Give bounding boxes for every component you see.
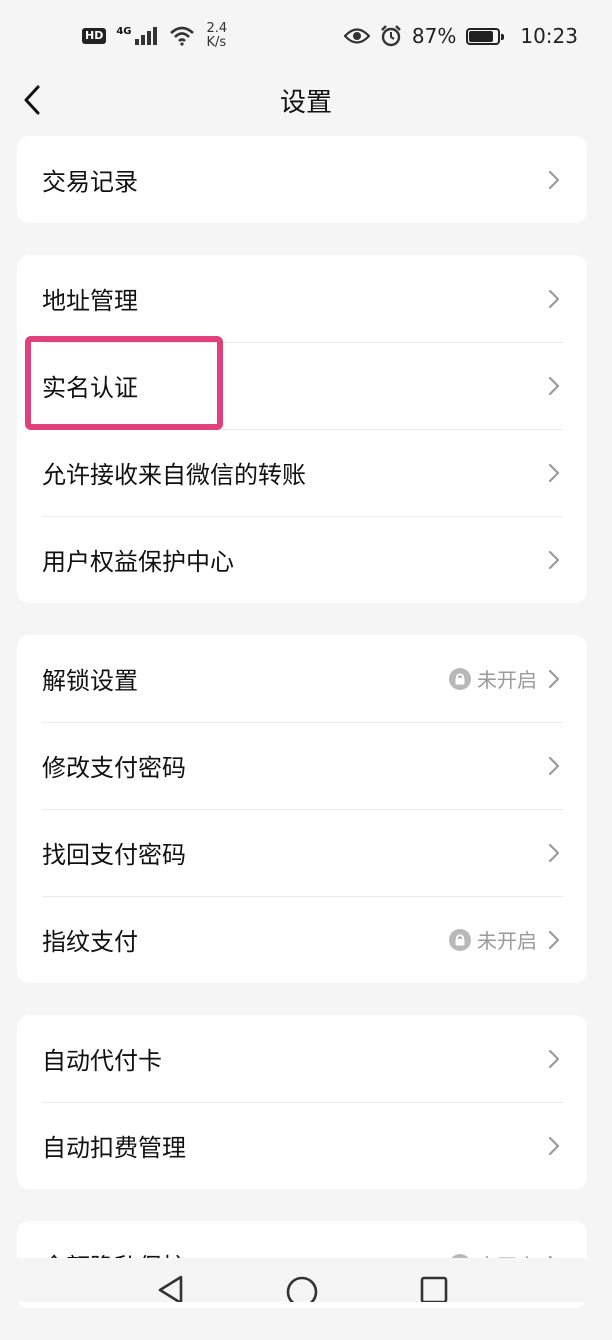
battery-fill: [469, 30, 494, 42]
wifi-icon: [169, 26, 195, 46]
speed-value: 2.4: [206, 21, 228, 36]
nav-home-button[interactable]: [282, 1274, 322, 1302]
settings-item[interactable]: 交易记录: [17, 136, 587, 223]
settings-item[interactable]: 地址管理: [17, 255, 587, 342]
settings-item-label: 解锁设置: [42, 667, 138, 695]
settings-item-label: 自动代付卡: [42, 1047, 162, 1075]
signal-icon: 4G: [116, 27, 158, 45]
settings-item[interactable]: 自动代付卡: [17, 1015, 587, 1102]
nav-recents-button[interactable]: [414, 1274, 454, 1302]
status-indicator: 未开启: [449, 925, 537, 954]
settings-item[interactable]: 允许接收来自微信的转账: [17, 429, 587, 516]
settings-item[interactable]: 修改支付密码: [17, 722, 587, 809]
hd-icon: HD: [82, 28, 107, 44]
settings-group: 交易记录: [17, 136, 587, 223]
settings-item-label: 指纹支付: [42, 928, 138, 956]
status-text: 未开启: [477, 668, 537, 692]
chevron-right-icon: [547, 1135, 561, 1157]
settings-item-label: 地址管理: [42, 287, 138, 315]
chevron-right-icon: [547, 549, 561, 571]
system-nav-bar: [0, 1258, 612, 1302]
alarm-icon: [380, 25, 402, 47]
settings-group: 地址管理实名认证允许接收来自微信的转账 用户权益保护中心: [17, 255, 587, 603]
settings-item-label: 实名认证: [42, 374, 138, 402]
chevron-right-icon: [547, 668, 561, 690]
settings-item[interactable]: 找回支付密码: [17, 809, 587, 896]
network-speed: 2.4 K/s: [207, 22, 228, 50]
settings-item-label: 允许接收来自微信的转账: [42, 461, 306, 489]
network-type: 4G: [116, 26, 132, 37]
nav-bar: 设置: [0, 72, 612, 128]
chevron-right-icon: [547, 288, 561, 310]
status-right: 87% 10:23: [343, 24, 578, 48]
status-left: HD 4G 2.4 K/s: [82, 22, 227, 50]
clock: 10:23: [520, 24, 578, 48]
chevron-right-icon: [547, 842, 561, 864]
circle-home-icon: [286, 1276, 318, 1302]
battery-icon: [466, 27, 505, 45]
settings-item[interactable]: 用户权益保护中心: [17, 516, 587, 603]
status-bar: HD 4G 2.4 K/s 87% 10:23: [0, 0, 612, 72]
lock-icon: [449, 667, 471, 690]
settings-item[interactable]: 解锁设置 未开启: [17, 635, 587, 722]
settings-item-label: 修改支付密码: [42, 754, 186, 782]
triangle-back-icon: [158, 1275, 183, 1302]
chevron-right-icon: [547, 1048, 561, 1070]
square-recents-icon: [420, 1276, 448, 1302]
chevron-right-icon: [547, 929, 561, 951]
chevron-right-icon: [547, 755, 561, 777]
status-indicator: 未开启: [449, 664, 537, 693]
chevron-right-icon: [547, 169, 561, 191]
battery-percent: 87%: [411, 24, 457, 48]
lock-icon: [449, 928, 471, 951]
settings-item[interactable]: 指纹支付 未开启: [17, 896, 587, 983]
status-text: 未开启: [477, 929, 537, 953]
settings-item-label: 自动扣费管理: [42, 1134, 186, 1162]
chevron-right-icon: [547, 462, 561, 484]
nav-back-button[interactable]: [150, 1274, 190, 1302]
eye-icon: [343, 27, 370, 45]
speed-unit: K/s: [206, 35, 227, 50]
settings-group: 解锁设置 未开启 修改支付密码 找回支付密码 指纹支付 未开启: [17, 635, 587, 983]
chevron-right-icon: [547, 375, 561, 397]
settings-list: 交易记录 地址管理 实名认证 允许接收来自微信的转账 用户权益保护中心 解锁设置 未开启 修改…: [17, 136, 587, 1340]
settings-item[interactable]: 实名认证: [17, 342, 587, 429]
settings-item-label: 交易记录: [42, 168, 138, 196]
settings-group: 自动代付卡自动扣费管理: [17, 1015, 587, 1189]
page-title: 设置: [279, 88, 332, 118]
settings-item[interactable]: 自动扣费管理: [17, 1102, 587, 1189]
settings-item-label: 找回支付密码: [42, 841, 186, 869]
settings-item-label: 用户权益保护中心: [42, 548, 234, 576]
